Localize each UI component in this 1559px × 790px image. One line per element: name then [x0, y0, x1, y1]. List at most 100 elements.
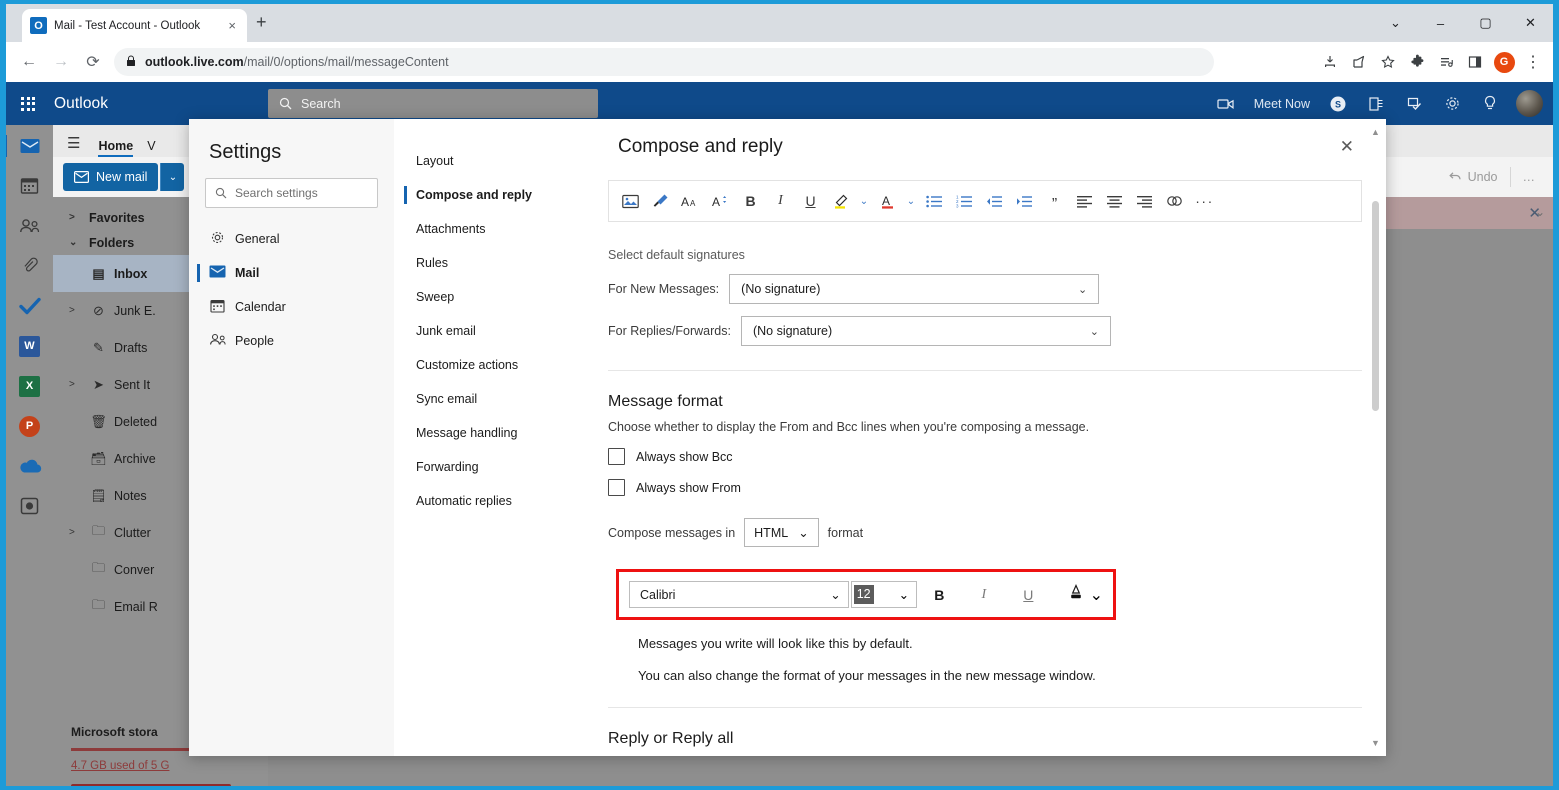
- search-input[interactable]: Search: [268, 89, 598, 118]
- chevron-right-icon[interactable]: >: [69, 379, 83, 390]
- rail-item-word[interactable]: W: [15, 333, 45, 359]
- align-left-icon[interactable]: [1071, 186, 1098, 216]
- italic-button[interactable]: I: [962, 581, 1007, 608]
- rail-item-skype[interactable]: [15, 493, 45, 519]
- scroll-down-icon[interactable]: ▼: [1371, 738, 1380, 748]
- outlook-brand[interactable]: Outlook: [54, 95, 108, 113]
- settings-search-input[interactable]: Search settings: [205, 178, 378, 208]
- font-color-icon[interactable]: A: [874, 186, 901, 216]
- scrollbar-track[interactable]: [1372, 141, 1379, 734]
- decrease-font-size-icon[interactable]: A: [707, 186, 734, 216]
- rail-item-mail[interactable]: [15, 133, 45, 159]
- settings-category-people[interactable]: People: [189, 324, 394, 358]
- settings-subsection-rules[interactable]: Rules: [394, 246, 594, 280]
- font-color-button[interactable]: ⌄: [1067, 583, 1103, 606]
- decrease-indent-icon[interactable]: [981, 186, 1008, 216]
- settings-subsection-customize-actions[interactable]: Customize actions: [394, 348, 594, 382]
- rail-item-powerpoint[interactable]: P: [15, 413, 45, 439]
- rail-item-files[interactable]: [15, 253, 45, 279]
- address-bar[interactable]: outlook.live.com/mail/0/options/mail/mes…: [114, 48, 1214, 76]
- increase-indent-icon[interactable]: [1011, 186, 1038, 216]
- scroll-up-icon[interactable]: ▲: [1371, 127, 1380, 137]
- profile-avatar[interactable]: G: [1490, 48, 1518, 76]
- settings-subsection-junk-email[interactable]: Junk email: [394, 314, 594, 348]
- get-more-storage-button[interactable]: Get more storage: [71, 784, 231, 786]
- rail-item-calendar[interactable]: [15, 173, 45, 199]
- help-bulb-icon[interactable]: [1472, 82, 1508, 125]
- underline-icon[interactable]: U: [797, 186, 824, 216]
- maximize-button[interactable]: ▢: [1463, 4, 1508, 42]
- user-avatar[interactable]: [1516, 90, 1543, 117]
- collections-icon[interactable]: [1432, 48, 1460, 76]
- settings-subsection-automatic-replies[interactable]: Automatic replies: [394, 484, 594, 518]
- ribbon-tab-view[interactable]: V: [147, 139, 155, 157]
- italic-icon[interactable]: I: [767, 186, 794, 216]
- bold-button[interactable]: B: [917, 581, 962, 608]
- close-window-button[interactable]: ✕: [1508, 4, 1553, 42]
- rail-item-excel[interactable]: X: [15, 373, 45, 399]
- meet-now-button[interactable]: Meet Now: [1246, 97, 1318, 111]
- always-show-bcc-row[interactable]: Always show Bcc: [608, 448, 1362, 465]
- undo-button[interactable]: Undo: [1435, 163, 1510, 191]
- split-screen-icon[interactable]: [1461, 48, 1489, 76]
- replies-signature-select[interactable]: (No signature) ⌄: [741, 316, 1111, 346]
- align-center-icon[interactable]: [1101, 186, 1128, 216]
- increase-font-size-icon[interactable]: AA: [677, 186, 704, 216]
- settings-scrollbar[interactable]: ▲ ▼: [1369, 127, 1382, 748]
- reload-button[interactable]: ⟳: [78, 47, 108, 77]
- tab-search-chevron-icon[interactable]: ⌄: [1373, 4, 1418, 42]
- reading-pane-chevron-icon[interactable]: ⌄: [1535, 205, 1545, 219]
- always-show-bcc-checkbox[interactable]: [608, 448, 625, 465]
- link-icon[interactable]: [1161, 186, 1188, 216]
- app-launcher-waffle-icon[interactable]: [6, 82, 50, 125]
- new-tab-button[interactable]: +: [256, 15, 267, 29]
- install-icon[interactable]: [1316, 48, 1344, 76]
- settings-category-calendar[interactable]: Calendar: [189, 290, 394, 324]
- rail-item-people[interactable]: [15, 213, 45, 239]
- format-painter-icon[interactable]: [647, 186, 674, 216]
- browser-tab[interactable]: O Mail - Test Account - Outlook ×: [22, 9, 247, 42]
- bookmark-star-icon[interactable]: [1374, 48, 1402, 76]
- more-commands-button[interactable]: …: [1511, 163, 1548, 191]
- chevron-right-icon[interactable]: >: [69, 305, 83, 316]
- rail-item-onedrive[interactable]: [15, 453, 45, 479]
- bulleted-list-icon[interactable]: [921, 186, 948, 216]
- highlight-color-icon[interactable]: [827, 186, 854, 216]
- always-show-from-row[interactable]: Always show From: [608, 479, 1362, 496]
- quote-icon[interactable]: ”: [1041, 186, 1068, 216]
- share-icon[interactable]: [1345, 48, 1373, 76]
- settings-subsection-compose-and-reply[interactable]: Compose and reply: [394, 178, 594, 212]
- new-messages-signature-select[interactable]: (No signature) ⌄: [729, 274, 1099, 304]
- chevron-right-icon[interactable]: >: [69, 527, 83, 538]
- scrollbar-thumb[interactable]: [1372, 201, 1379, 411]
- new-mail-dropdown[interactable]: ⌄: [160, 163, 184, 191]
- font-color-chevron-down-icon[interactable]: ⌄: [904, 186, 918, 216]
- tab-close-icon[interactable]: ×: [225, 18, 239, 33]
- insert-picture-icon[interactable]: [617, 186, 644, 216]
- underline-button[interactable]: U: [1006, 581, 1051, 608]
- storage-usage-link[interactable]: 4.7 GB used of 5 G: [71, 760, 250, 772]
- extensions-puzzle-icon[interactable]: [1403, 48, 1431, 76]
- highlight-color-chevron-down-icon[interactable]: ⌄: [857, 186, 871, 216]
- numbered-list-icon[interactable]: 123: [951, 186, 978, 216]
- ribbon-tab-home[interactable]: Home: [98, 139, 133, 157]
- browser-menu-icon[interactable]: ⋮: [1519, 48, 1547, 76]
- settings-gear-icon[interactable]: [1434, 82, 1470, 125]
- settings-subsection-sweep[interactable]: Sweep: [394, 280, 594, 314]
- settings-subsection-attachments[interactable]: Attachments: [394, 212, 594, 246]
- compose-format-select[interactable]: HTML ⌄: [744, 518, 819, 547]
- settings-subsection-layout[interactable]: Layout: [394, 144, 594, 178]
- more-options-icon[interactable]: ···: [1191, 186, 1218, 216]
- settings-category-general[interactable]: General: [189, 222, 394, 256]
- close-settings-icon[interactable]: ✕: [1332, 133, 1362, 161]
- to-do-icon[interactable]: [1396, 82, 1432, 125]
- hamburger-menu-icon[interactable]: ☰: [63, 134, 84, 157]
- font-size-select[interactable]: 12 ⌄: [851, 581, 917, 608]
- always-show-from-checkbox[interactable]: [608, 479, 625, 496]
- font-family-select[interactable]: Calibri ⌄: [629, 581, 849, 608]
- minimize-button[interactable]: –: [1418, 4, 1463, 42]
- settings-subsection-forwarding[interactable]: Forwarding: [394, 450, 594, 484]
- settings-subsection-sync-email[interactable]: Sync email: [394, 382, 594, 416]
- rail-item-to-do[interactable]: [15, 293, 45, 319]
- back-button[interactable]: ←: [14, 47, 44, 77]
